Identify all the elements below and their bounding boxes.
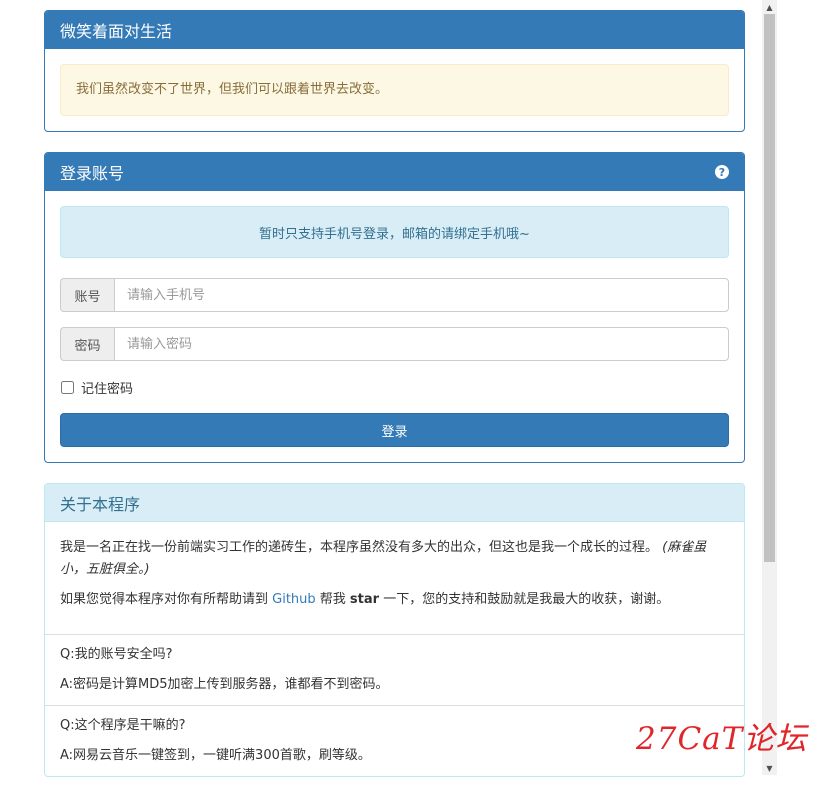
scroll-up-arrow-icon[interactable]: ▲ [762, 0, 777, 14]
question-circle-icon[interactable]: ? [715, 165, 729, 179]
about-body: 我是一名正在找一份前端实习工作的递砖生，本程序虽然没有多大的出众，但这也是我一个… [45, 522, 744, 634]
remember-password[interactable]: 记住密码 [60, 378, 729, 397]
account-input-group: 账号 [60, 278, 729, 312]
motto-panel-heading: 微笑着面对生活 [45, 11, 744, 49]
login-button[interactable]: 登录 [60, 413, 729, 447]
remember-password-checkbox[interactable] [61, 381, 74, 394]
motto-title: 微笑着面对生活 [60, 22, 173, 41]
login-title: 登录账号 [60, 164, 125, 183]
login-notice: 暂时只支持手机号登录，邮箱的请绑定手机哦~ [60, 206, 729, 258]
motto-panel-body: 我们虽然改变不了世界，但我们可以跟着世界去改变。 [45, 49, 744, 131]
about-support: 如果您觉得本程序对你有所帮助请到 Github 帮我 star 一下，您的支持和… [60, 589, 729, 611]
password-label: 密码 [60, 327, 114, 361]
support-star: star [349, 592, 380, 607]
faq-item: Q:我的账号安全吗? A:密码是计算MD5加密上传到服务器，谁都看不到密码。 [45, 634, 744, 705]
login-panel-heading: 登录账号 ? [45, 153, 744, 191]
scroll-down-arrow-icon[interactable]: ▼ [762, 761, 777, 775]
faq-answer: A:网易云音乐一键签到，一键听满300首歌，刷等级。 [60, 748, 371, 763]
faq-question: Q:我的账号安全吗? [60, 647, 173, 662]
account-label: 账号 [60, 278, 114, 312]
vertical-scrollbar[interactable]: ▲ ▼ [762, 0, 777, 775]
remember-password-label: 记住密码 [81, 382, 134, 397]
motto-panel: 微笑着面对生活 我们虽然改变不了世界，但我们可以跟着世界去改变。 [44, 10, 745, 132]
about-title: 关于本程序 [60, 494, 141, 514]
page-content: 微笑着面对生活 我们虽然改变不了世界，但我们可以跟着世界去改变。 登录账号 ? … [44, 10, 745, 797]
account-input[interactable] [114, 278, 729, 312]
motto-alert: 我们虽然改变不了世界，但我们可以跟着世界去改变。 [60, 64, 729, 116]
faq-answer: A:密码是计算MD5加密上传到服务器，谁都看不到密码。 [60, 677, 389, 692]
faq-question: Q:这个程序是干嘛的? [60, 718, 186, 733]
github-link[interactable]: Github [272, 592, 316, 607]
support-mid: 帮我 [315, 592, 350, 607]
password-input-group: 密码 [60, 327, 729, 361]
support-suffix: 一下，您的支持和鼓励就是我最大的收获，谢谢。 [379, 592, 670, 607]
scrollbar-thumb[interactable] [764, 14, 775, 562]
watermark-logo: 27CaT论坛 [636, 721, 808, 757]
about-intro: 我是一名正在找一份前端实习工作的递砖生，本程序虽然没有多大的出众，但这也是我一个… [60, 537, 729, 581]
about-panel-heading: 关于本程序 [45, 484, 744, 522]
login-panel: 登录账号 ? 暂时只支持手机号登录，邮箱的请绑定手机哦~ 账号 密码 记住密码 … [44, 152, 745, 463]
password-input[interactable] [114, 327, 729, 361]
support-prefix: 如果您觉得本程序对你有所帮助请到 [60, 592, 273, 607]
about-intro-text: 我是一名正在找一份前端实习工作的递砖生，本程序虽然没有多大的出众，但这也是我一个… [60, 540, 659, 555]
login-panel-body: 暂时只支持手机号登录，邮箱的请绑定手机哦~ 账号 密码 记住密码 登录 [45, 191, 744, 462]
